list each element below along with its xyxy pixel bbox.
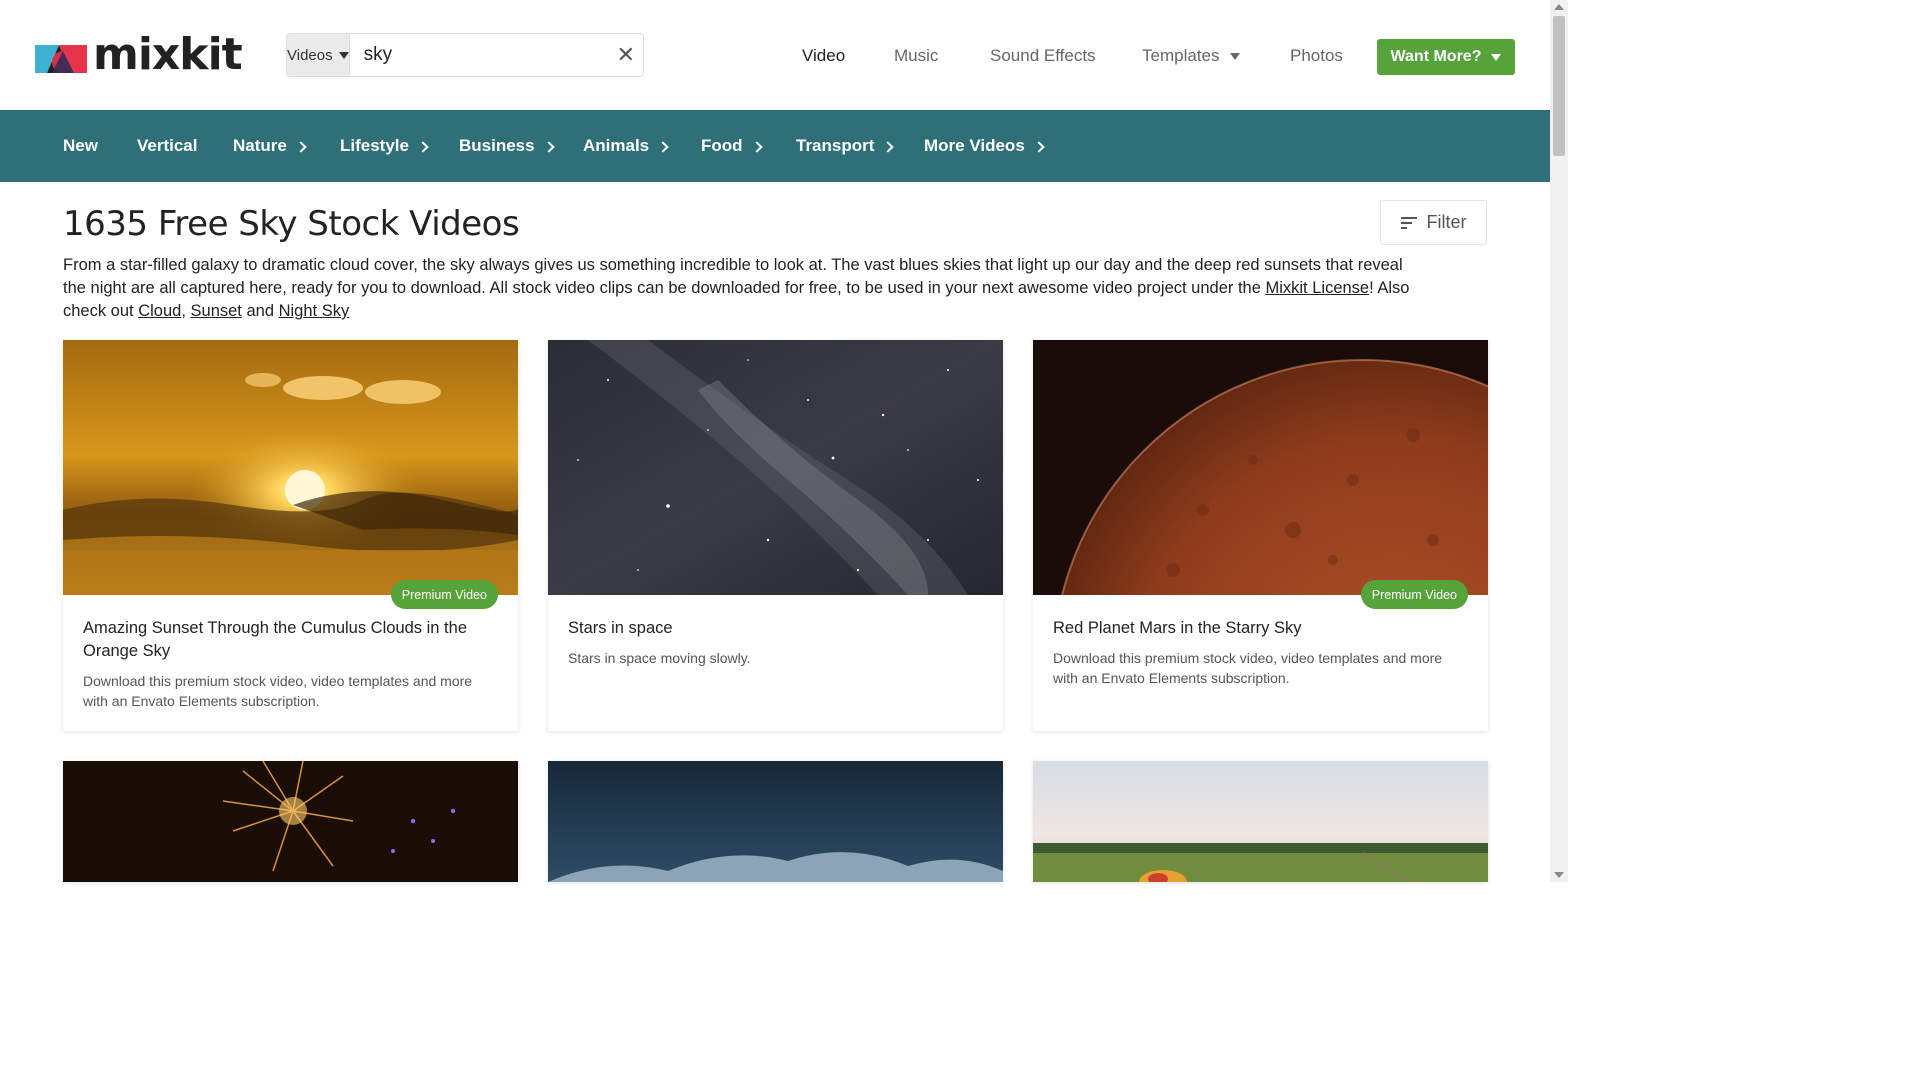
category-nature[interactable]: Nature (233, 110, 307, 182)
chevron-right-icon (1033, 140, 1045, 153)
description-text: From a star-filled galaxy to dramatic cl… (63, 256, 1403, 297)
video-card[interactable] (1033, 761, 1488, 882)
fireworks-image (63, 761, 518, 882)
category-business[interactable]: Business (459, 110, 555, 182)
video-card[interactable] (548, 761, 1003, 882)
milky-way-image (548, 340, 1003, 595)
filter-button[interactable]: Filter (1380, 200, 1487, 245)
nav-templates-label: Templates (1142, 46, 1220, 65)
card-title[interactable]: Amazing Sunset Through the Cumulus Cloud… (83, 617, 498, 663)
nav-sound-effects[interactable]: Sound Effects (990, 38, 1096, 74)
want-more-button[interactable]: Want More? (1377, 39, 1515, 75)
card-title[interactable]: Red Planet Mars in the Starry Sky (1053, 617, 1468, 640)
nav-music[interactable]: Music (894, 38, 938, 74)
category-label: Food (701, 136, 743, 155)
video-thumbnail[interactable] (1033, 761, 1488, 882)
chevron-right-icon (750, 140, 763, 153)
video-thumbnail[interactable] (63, 761, 518, 882)
scrollbar-thumb[interactable] (1553, 16, 1565, 156)
caret-down-icon (1491, 53, 1502, 61)
video-thumbnail[interactable] (548, 761, 1003, 882)
scroll-up-arrow-icon[interactable] (1554, 4, 1564, 10)
chevron-right-icon (657, 140, 669, 153)
sunset-link[interactable]: Sunset (191, 302, 242, 320)
card-body: Red Planet Mars in the Starry Sky Downlo… (1033, 595, 1488, 708)
description-text: , (181, 302, 191, 320)
category-label: More Videos (924, 136, 1025, 155)
video-card[interactable]: Premium Video Amazing Sunset Through the… (63, 340, 518, 731)
sunset-clouds-image (63, 340, 518, 595)
search-category-select[interactable]: Videos (287, 34, 350, 76)
storm-clouds-image (548, 761, 1003, 882)
nav-photos[interactable]: Photos (1290, 38, 1343, 74)
category-label: Nature (233, 136, 287, 155)
card-description: Download this premium stock video, video… (83, 673, 473, 709)
category-new[interactable]: New (63, 110, 98, 182)
mixkit-logo[interactable]: mixkit (35, 29, 243, 80)
video-card[interactable] (63, 761, 518, 882)
search-category-label: Videos (287, 46, 333, 64)
chevron-right-icon (882, 140, 895, 153)
card-body: Stars in space Stars in space moving slo… (548, 595, 1003, 688)
search-input[interactable] (349, 34, 609, 76)
category-bar: New Vertical Nature Lifestyle Business A… (0, 110, 1550, 182)
logo-mark-icon (35, 45, 87, 73)
search-bar: Videos ✕ (286, 33, 644, 77)
description-text: and (241, 302, 279, 320)
page-description: From a star-filled galaxy to dramatic cl… (63, 254, 1423, 323)
category-lifestyle[interactable]: Lifestyle (340, 110, 429, 182)
caret-down-icon (1230, 52, 1241, 60)
scroll-down-arrow-icon[interactable] (1554, 872, 1564, 878)
category-transport[interactable]: Transport (796, 110, 895, 182)
card-description: Download this premium stock video, video… (1053, 650, 1443, 686)
page-scrollbar[interactable] (1550, 0, 1568, 882)
card-title[interactable]: Stars in space (568, 617, 983, 640)
chevron-right-icon (295, 140, 307, 153)
video-thumbnail[interactable] (548, 340, 1003, 595)
mars-planet-image (1033, 340, 1488, 595)
video-thumbnail[interactable] (63, 340, 518, 595)
category-label: Vertical (137, 136, 198, 155)
category-animals[interactable]: Animals (583, 110, 669, 182)
logo-text: mixkit (93, 29, 243, 80)
night-sky-link[interactable]: Night Sky (279, 302, 350, 320)
category-label: Animals (583, 136, 650, 155)
want-more-label: Want More? (1390, 48, 1482, 65)
site-header: mixkit Videos ✕ Video Music Sound Effect… (0, 0, 1550, 110)
premium-video-badge: Premium Video (390, 580, 498, 609)
category-label: New (63, 136, 98, 155)
chevron-right-icon (542, 140, 555, 153)
filter-label: Filter (1426, 212, 1467, 232)
video-card[interactable]: Stars in space Stars in space moving slo… (548, 340, 1003, 731)
nav-video[interactable]: Video (802, 38, 845, 74)
card-description: Stars in space moving slowly. (568, 650, 751, 666)
premium-video-badge: Premium Video (1360, 580, 1468, 609)
nav-templates[interactable]: Templates (1142, 38, 1241, 74)
chevron-right-icon (417, 140, 429, 153)
cloud-link[interactable]: Cloud (138, 302, 181, 320)
clear-search-icon[interactable]: ✕ (609, 34, 643, 76)
category-label: Lifestyle (340, 136, 409, 155)
category-label: Transport (796, 136, 875, 155)
filter-icon (1400, 216, 1417, 229)
card-body: Amazing Sunset Through the Cumulus Cloud… (63, 595, 518, 731)
category-label: Business (459, 136, 535, 155)
category-more-videos[interactable]: More Videos (924, 110, 1045, 182)
category-food[interactable]: Food (701, 110, 763, 182)
mixkit-license-link[interactable]: Mixkit License (1265, 279, 1369, 297)
category-vertical[interactable]: Vertical (137, 110, 198, 182)
page-title: 1635 Free Sky Stock Videos (63, 204, 520, 244)
hot-air-balloon-image (1033, 761, 1488, 882)
video-card[interactable]: Premium Video Red Planet Mars in the Sta… (1033, 340, 1488, 731)
video-thumbnail[interactable] (1033, 340, 1488, 595)
caret-down-icon (338, 51, 349, 59)
